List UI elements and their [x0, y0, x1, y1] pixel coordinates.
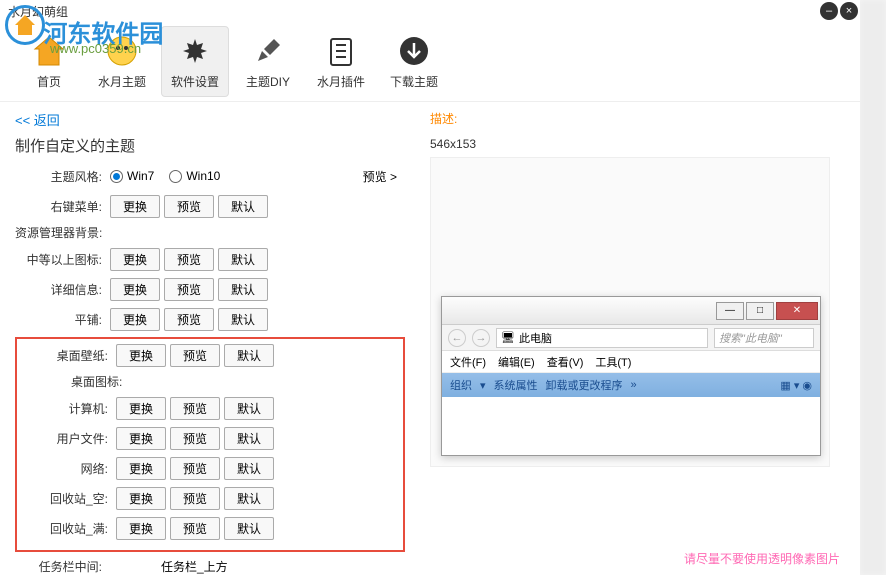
change-button[interactable]: 更换	[116, 487, 166, 510]
change-button[interactable]: 更换	[110, 278, 160, 301]
wallpaper-label: 桌面壁纸:	[21, 347, 116, 364]
window-title: 水月幻萌组	[8, 3, 68, 20]
style-label: 主题风格:	[15, 168, 110, 185]
nav-back-icon: ←	[448, 329, 466, 347]
change-button[interactable]: 更换	[116, 517, 166, 540]
default-button[interactable]: 默认	[224, 344, 274, 367]
change-button[interactable]: 更换	[110, 195, 160, 218]
tab-settings[interactable]: 软件设置	[161, 26, 229, 97]
change-button[interactable]: 更换	[116, 397, 166, 420]
theme-icon	[104, 33, 140, 69]
default-button[interactable]: 默认	[224, 427, 274, 450]
taskbar-value: 任务栏_上方	[110, 557, 279, 575]
explorer-menubar: 文件(F) 编辑(E) 查看(V) 工具(T)	[442, 351, 820, 373]
default-button[interactable]: 默认	[224, 397, 274, 420]
default-button[interactable]: 默认	[224, 517, 274, 540]
desktop-icon-header: 桌面图标:	[21, 373, 399, 390]
explorer-search: 搜索"此电脑"	[714, 328, 814, 348]
change-button[interactable]: 更换	[116, 427, 166, 450]
userfiles-label: 用户文件:	[21, 430, 116, 447]
explorer-maximize-icon: □	[746, 302, 774, 320]
diy-icon	[250, 33, 286, 69]
preview-button[interactable]: 预览	[170, 427, 220, 450]
detail-info-label: 详细信息:	[15, 281, 110, 298]
default-button[interactable]: 默认	[218, 195, 268, 218]
nav-forward-icon: →	[472, 329, 490, 347]
change-button[interactable]: 更换	[110, 308, 160, 331]
preview-button[interactable]: 预览	[164, 278, 214, 301]
explorer-bg-header: 资源管理器背景:	[15, 224, 405, 241]
recycle-empty-label: 回收站_空:	[21, 490, 116, 507]
preview-link[interactable]: 预览 >	[363, 168, 405, 185]
default-button[interactable]: 默认	[218, 308, 268, 331]
change-button[interactable]: 更换	[116, 457, 166, 480]
change-button[interactable]: 更换	[110, 248, 160, 271]
radio-win10[interactable]: Win10	[169, 169, 220, 183]
explorer-preview: — □ ✕ ← → 🖥 此电脑 搜索"此电脑" 文件(F)	[441, 296, 821, 456]
tab-diy[interactable]: 主题DIY	[234, 27, 302, 96]
close-button[interactable]: ×	[840, 2, 858, 20]
explorer-close-icon: ✕	[776, 302, 818, 320]
description-label: 描述:	[430, 110, 457, 127]
default-button[interactable]: 默认	[224, 487, 274, 510]
radio-icon	[169, 170, 182, 183]
default-button[interactable]: 默认	[218, 248, 268, 271]
radio-icon	[110, 170, 123, 183]
tab-download[interactable]: 下载主题	[380, 27, 448, 96]
address-bar: 🖥 此电脑	[496, 328, 708, 348]
radio-win7[interactable]: Win7	[110, 169, 154, 183]
footer-warning: 请尽量不要使用透明像素图片	[684, 550, 840, 567]
explorer-ribbon: 组织 ▾ 系统属性 卸载或更改程序 » ▦ ▾ ◉	[442, 373, 820, 397]
preview-button[interactable]: 预览	[164, 308, 214, 331]
explorer-minimize-icon: —	[716, 302, 744, 320]
taskbar-center-label: 任务栏中间:	[15, 558, 110, 575]
page-title: 制作自定义的主题	[15, 135, 405, 156]
settings-icon	[177, 33, 213, 69]
preview-button[interactable]: 预览	[170, 344, 220, 367]
recycle-full-label: 回收站_满:	[21, 520, 116, 537]
download-icon	[396, 33, 432, 69]
preview-button[interactable]: 预览	[164, 248, 214, 271]
change-button[interactable]: 更换	[116, 344, 166, 367]
tile-label: 平铺:	[15, 311, 110, 328]
back-link[interactable]: << 返回	[15, 110, 405, 129]
preview-button[interactable]: 预览	[170, 397, 220, 420]
default-button[interactable]: 默认	[218, 278, 268, 301]
plugin-icon	[323, 33, 359, 69]
preview-button[interactable]: 预览	[170, 457, 220, 480]
network-label: 网络:	[21, 460, 116, 477]
preview-button[interactable]: 预览	[170, 487, 220, 510]
default-button[interactable]: 默认	[224, 457, 274, 480]
context-menu-label: 右键菜单:	[15, 198, 110, 215]
tab-plugin[interactable]: 水月插件	[307, 27, 375, 96]
preview-dimensions: 546x153	[430, 137, 850, 151]
highlighted-section: 桌面壁纸: 更换 预览 默认 桌面图标: 计算机: 更换 预览 默认	[15, 337, 405, 552]
home-icon	[31, 33, 67, 69]
preview-button[interactable]: 预览	[164, 195, 214, 218]
preview-area: — □ ✕ ← → 🖥 此电脑 搜索"此电脑" 文件(F)	[430, 157, 830, 467]
computer-label: 计算机:	[21, 400, 116, 417]
tab-theme[interactable]: 水月主题	[88, 27, 156, 96]
preview-button[interactable]: 预览	[170, 517, 220, 540]
medium-icon-label: 中等以上图标:	[15, 251, 110, 268]
tab-home[interactable]: 首页	[15, 27, 83, 96]
main-toolbar: 首页 水月主题 软件设置 主题DIY 水月插件	[0, 22, 860, 102]
minimize-button[interactable]: –	[820, 2, 838, 20]
